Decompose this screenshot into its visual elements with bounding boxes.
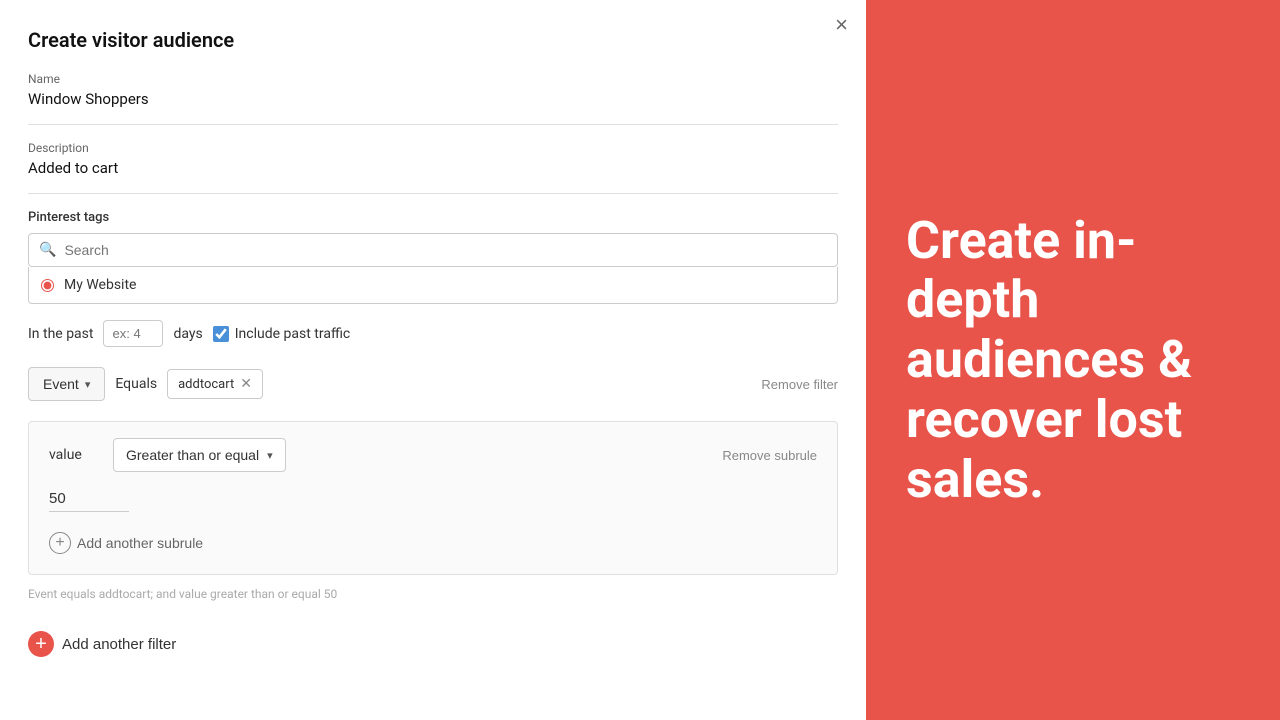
equals-label: Equals — [115, 376, 157, 392]
include-past-text: Include past traffic — [235, 326, 350, 342]
add-subrule-button[interactable]: + Add another subrule — [49, 532, 203, 554]
tag-chip-remove-icon[interactable]: ✕ — [240, 376, 252, 392]
tag-radio[interactable] — [41, 279, 54, 292]
days-suffix: days — [173, 326, 202, 342]
sidebar-panel: Create in-depth audiences & recover lost… — [866, 0, 1280, 720]
past-row: In the past days Include past traffic — [28, 320, 838, 347]
add-subrule-icon: + — [49, 532, 71, 554]
tag-search-box: 🔍 — [28, 233, 838, 267]
tags-dropdown: My Website — [28, 267, 838, 304]
tag-chip-value: addtocart — [178, 377, 234, 392]
pinterest-tags-label: Pinterest tags — [28, 210, 838, 225]
add-filter-label: Add another filter — [62, 636, 176, 653]
condition-chevron-icon: ▾ — [267, 449, 273, 462]
subrule-section: value Greater than or equal ▾ Remove sub… — [28, 421, 838, 575]
description-field-block: Description Added to cart — [28, 141, 838, 177]
condition-label: Greater than or equal — [126, 447, 259, 463]
divider-1 — [28, 124, 838, 125]
name-label: Name — [28, 72, 838, 86]
event-button[interactable]: Event ▾ — [28, 367, 105, 401]
search-icon: 🔍 — [39, 242, 56, 258]
chevron-down-icon: ▾ — [85, 378, 91, 391]
tag-option-my-website[interactable]: My Website — [29, 267, 837, 303]
subrule-value-input[interactable] — [49, 486, 129, 512]
include-past-checkbox[interactable] — [213, 326, 229, 342]
sidebar-text: Create in-depth audiences & recover lost… — [906, 211, 1240, 510]
days-input[interactable] — [103, 320, 163, 347]
filter-row: Event ▾ Equals addtocart ✕ Remove filter — [28, 367, 838, 401]
add-filter-button[interactable]: + Add another filter — [28, 621, 176, 667]
description-value: Added to cart — [28, 159, 838, 177]
modal-title: Create visitor audience — [28, 28, 838, 52]
tag-chip: addtocart ✕ — [167, 369, 263, 399]
modal-panel: × Create visitor audience Name Window Sh… — [0, 0, 866, 720]
subrule-condition-row: value Greater than or equal ▾ Remove sub… — [49, 438, 817, 472]
past-label: In the past — [28, 326, 93, 342]
close-button[interactable]: × — [835, 14, 848, 36]
tag-option-label: My Website — [64, 277, 136, 293]
add-subrule-label: Add another subrule — [77, 535, 203, 551]
summary-text: Event equals addtocart; and value greate… — [28, 587, 838, 601]
add-filter-icon: + — [28, 631, 54, 657]
subrule-value-label: value — [49, 447, 99, 463]
remove-subrule-button[interactable]: Remove subrule — [722, 448, 817, 463]
search-input[interactable] — [64, 242, 827, 258]
name-value: Window Shoppers — [28, 90, 838, 108]
description-label: Description — [28, 141, 838, 155]
include-past-label[interactable]: Include past traffic — [213, 326, 350, 342]
divider-2 — [28, 193, 838, 194]
remove-filter-button[interactable]: Remove filter — [761, 377, 838, 392]
name-field-block: Name Window Shoppers — [28, 72, 838, 108]
event-label: Event — [43, 376, 79, 392]
condition-dropdown[interactable]: Greater than or equal ▾ — [113, 438, 286, 472]
